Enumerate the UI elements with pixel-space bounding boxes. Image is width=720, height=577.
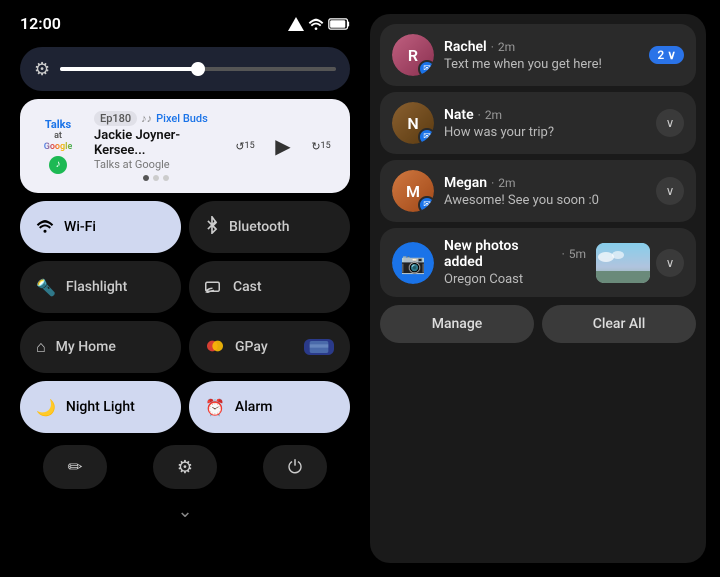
edit-button[interactable]: ✏ <box>43 445 107 489</box>
rachel-time-val: 2m <box>498 40 515 54</box>
gpay-icon <box>205 338 225 357</box>
notification-nate: N ✉ Nate · 2m How was your trip? ∨ <box>380 92 696 154</box>
photos-name: New photos added <box>444 238 558 270</box>
notification-actions: Manage Clear All <box>380 305 696 343</box>
brightness-icon: ⚙ <box>34 59 50 80</box>
media-card: Talks at Google ♪ Ep180 ♪♪ Pixel Buds Ja… <box>20 99 350 193</box>
status-time: 12:00 <box>20 14 61 33</box>
nate-chevron[interactable]: ∨ <box>656 109 684 137</box>
bluetooth-icon <box>205 216 219 238</box>
media-controls[interactable]: ↺ 15 ▶ ↻ 15 <box>230 131 336 161</box>
episode-id: Ep180 <box>94 111 137 126</box>
photos-time: 5m <box>569 247 586 261</box>
pixel-buds-badge: Pixel Buds <box>156 112 208 125</box>
nate-time: 2m <box>485 108 502 122</box>
megan-chevron[interactable]: ∨ <box>656 177 684 205</box>
toggle-nightlight[interactable]: 🌙 Night Light <box>20 381 181 433</box>
status-icons <box>288 17 350 31</box>
media-badge-row: Ep180 ♪♪ Pixel Buds <box>94 111 218 126</box>
nate-content: Nate · 2m How was your trip? <box>444 107 646 140</box>
photos-avatar: 📷 <box>392 242 434 284</box>
wifi-icon <box>36 218 54 237</box>
media-play-button[interactable]: ▶ <box>268 131 298 161</box>
power-button[interactable]: ⏻ <box>263 445 327 489</box>
brightness-slider-container[interactable]: ⚙ <box>20 47 350 91</box>
message-app-badge: ✉ <box>418 60 434 76</box>
battery-status-icon <box>328 18 350 30</box>
media-logo: Talks at Google ♪ <box>34 118 82 175</box>
right-panel: R ✉ Rachel · 2m Text me when you get her… <box>370 14 706 563</box>
toggle-cast[interactable]: Cast <box>189 261 350 313</box>
spotify-icon: ♪ <box>49 156 67 174</box>
media-progress-dots <box>94 175 218 181</box>
flashlight-icon: 🔦 <box>36 278 56 297</box>
wifi-status-icon <box>308 18 324 30</box>
nate-avatar: N ✉ <box>392 102 434 144</box>
flashlight-label: Flashlight <box>66 279 127 295</box>
myhome-label: My Home <box>56 339 116 355</box>
notification-megan: M ✉ Megan · 2m Awesome! See you soon :0 … <box>380 160 696 222</box>
media-info: Ep180 ♪♪ Pixel Buds Jackie Joyner-Kersee… <box>94 111 218 181</box>
megan-name: Megan <box>444 175 487 191</box>
photos-message: Oregon Coast <box>444 272 586 287</box>
megan-content: Megan · 2m Awesome! See you soon :0 <box>444 175 646 208</box>
message-app-badge-nate: ✉ <box>418 128 434 144</box>
home-icon: ⌂ <box>36 337 46 357</box>
cast-label: Cast <box>233 279 262 295</box>
alarm-label: Alarm <box>235 399 273 415</box>
rachel-message: Text me when you get here! <box>444 57 639 72</box>
photo-thumbnail <box>596 243 650 283</box>
megan-expand[interactable]: ∨ <box>656 177 684 205</box>
notification-rachel: R ✉ Rachel · 2m Text me when you get her… <box>380 24 696 86</box>
expand-chevron[interactable]: ⌄ <box>20 497 350 526</box>
toggle-alarm[interactable]: ⏰ Alarm <box>189 381 350 433</box>
rachel-content: Rachel · 2m Text me when you get here! <box>444 39 639 72</box>
toggle-flashlight[interactable]: 🔦 Flashlight <box>20 261 181 313</box>
brightness-thumb[interactable] <box>191 62 205 76</box>
rachel-action[interactable]: 2 ∨ <box>649 46 684 64</box>
notification-photos: 📷 New photos added · 5m Oregon Coast <box>380 228 696 297</box>
photos-chevron[interactable]: ∨ <box>656 249 684 277</box>
nate-expand[interactable]: ∨ <box>656 109 684 137</box>
nate-name: Nate <box>444 107 474 123</box>
brightness-track[interactable] <box>60 67 336 71</box>
media-forward-button[interactable]: ↻ 15 <box>306 131 336 161</box>
brightness-fill <box>60 67 198 71</box>
wifi-label: Wi-Fi <box>64 219 96 235</box>
rachel-time: · <box>491 40 494 54</box>
nightlight-label: Night Light <box>66 399 135 415</box>
signal-icon <box>288 17 304 31</box>
toggle-wifi[interactable]: Wi-Fi <box>20 201 181 253</box>
photos-action[interactable]: ∨ <box>596 243 684 283</box>
message-count-badge: 2 ∨ <box>649 46 684 64</box>
rachel-name: Rachel <box>444 39 487 55</box>
toggle-bluetooth[interactable]: Bluetooth <box>189 201 350 253</box>
status-bar: 12:00 <box>20 10 350 39</box>
left-panel: 12:00 ⚙ Talks <box>0 0 370 577</box>
settings-button[interactable]: ⚙ <box>153 445 217 489</box>
megan-time: 2m <box>498 176 515 190</box>
gpay-card-indicator <box>304 339 334 355</box>
photos-content: New photos added · 5m Oregon Coast <box>444 238 586 287</box>
nate-message: How was your trip? <box>444 125 646 140</box>
megan-avatar: M ✉ <box>392 170 434 212</box>
clear-all-button[interactable]: Clear All <box>542 305 696 343</box>
alarm-icon: ⏰ <box>205 398 225 417</box>
rachel-avatar: R ✉ <box>392 34 434 76</box>
manage-button[interactable]: Manage <box>380 305 534 343</box>
toggle-gpay[interactable]: GPay <box>189 321 350 373</box>
media-guest: Jackie Joyner-Kersee... <box>94 128 218 158</box>
moon-icon: 🌙 <box>36 398 56 417</box>
toggles-grid: Wi-Fi Bluetooth 🔦 Flashlight <box>20 201 350 433</box>
cast-icon <box>205 278 223 297</box>
message-app-badge-megan: ✉ <box>418 196 434 212</box>
bluetooth-label: Bluetooth <box>229 219 290 235</box>
media-rewind-button[interactable]: ↺ 15 <box>230 131 260 161</box>
gpay-label: GPay <box>235 339 268 355</box>
toggle-myhome[interactable]: ⌂ My Home <box>20 321 181 373</box>
megan-message: Awesome! See you soon :0 <box>444 193 646 208</box>
bottom-bar: ✏ ⚙ ⏻ <box>20 445 350 489</box>
media-show: Talks at Google <box>94 158 218 171</box>
